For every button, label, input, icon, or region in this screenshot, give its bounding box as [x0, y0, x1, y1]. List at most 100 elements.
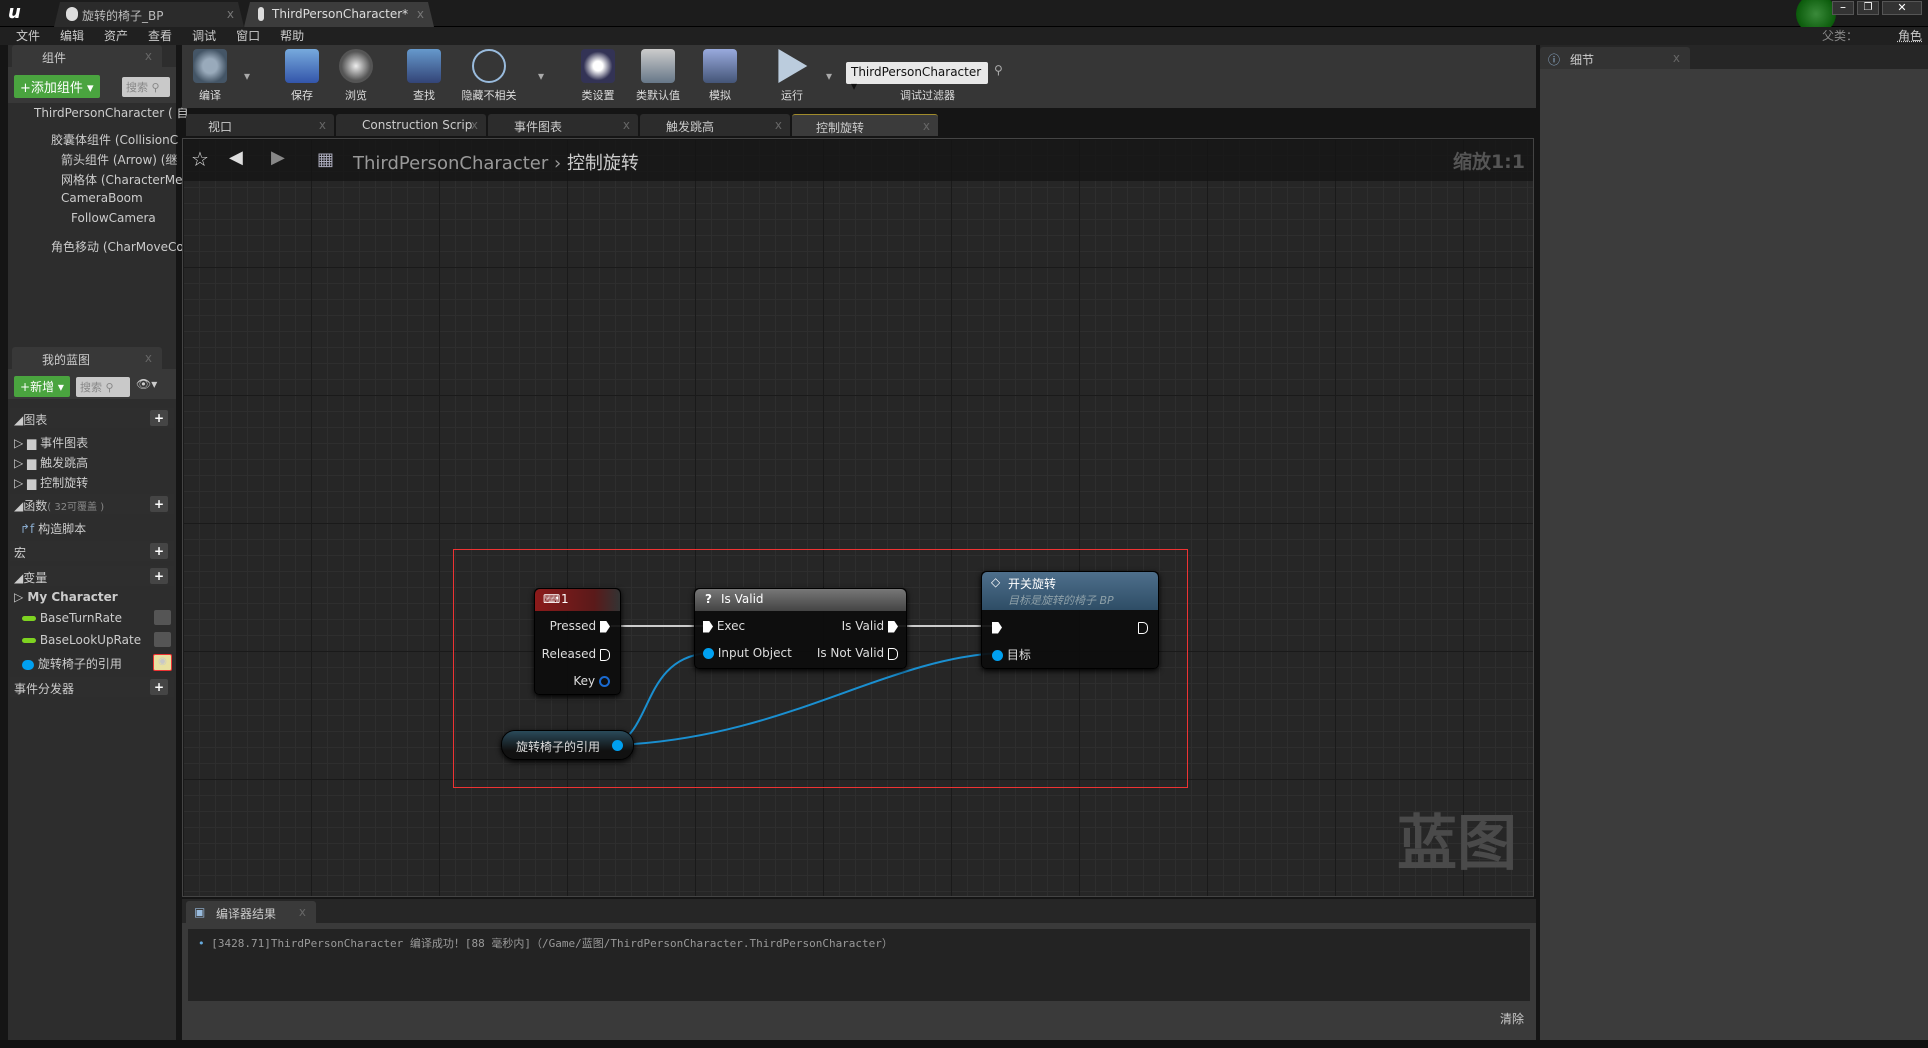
- close-icon[interactable]: x: [145, 351, 152, 365]
- components-tab[interactable]: 组件 x: [12, 45, 162, 67]
- close-icon[interactable]: x: [775, 118, 782, 132]
- is-not-valid-pin[interactable]: Is Not Valid: [817, 646, 898, 660]
- doc-tab-third-person[interactable]: ThirdPersonCharacter* x: [244, 2, 434, 27]
- add-dispatcher-button[interactable]: +: [150, 679, 168, 695]
- close-icon[interactable]: x: [471, 118, 478, 132]
- close-icon[interactable]: x: [1673, 51, 1680, 65]
- tree-item[interactable]: ThirdPersonCharacter ( 自: [34, 104, 189, 121]
- compile-options-dropdown[interactable]: ▾: [244, 69, 250, 83]
- components-search-input[interactable]: 搜索 ⚲: [122, 77, 170, 97]
- blueprint-graph[interactable]: ☆ ◀ ▶ ▦ ThirdPersonCharacter › 控制旋转 缩放1:…: [182, 138, 1534, 897]
- eye-icon[interactable]: 👁▾: [136, 377, 157, 391]
- key-pin[interactable]: Key: [573, 674, 610, 688]
- close-icon[interactable]: x: [923, 119, 930, 133]
- function-item[interactable]: ↱f 构造脚本: [20, 520, 86, 537]
- target-pin[interactable]: 目标: [992, 646, 1031, 663]
- info-icon: ⓘ: [1548, 53, 1561, 67]
- visibility-toggle[interactable]: [154, 610, 171, 625]
- tab-event-graph[interactable]: 事件图表 x: [488, 114, 638, 136]
- variable-node[interactable]: 旋转椅子的引用: [501, 730, 634, 760]
- close-icon[interactable]: x: [227, 7, 234, 21]
- is-valid-pin[interactable]: Is Valid: [842, 619, 898, 633]
- functions-section[interactable]: ◢函数( 32可覆盖 ) +: [10, 494, 174, 514]
- close-icon[interactable]: x: [623, 118, 630, 132]
- class-defaults-button[interactable]: 类默认值: [630, 49, 686, 103]
- tab-control-rotation[interactable]: 控制旋转 x: [792, 114, 938, 136]
- menu-edit[interactable]: 编辑: [60, 27, 84, 45]
- clear-button[interactable]: 清除: [1500, 1010, 1524, 1027]
- minimize-button[interactable]: –: [1832, 1, 1854, 15]
- add-component-button[interactable]: +添加组件 ▾: [14, 75, 100, 98]
- tree-item[interactable]: CameraBoom: [61, 191, 143, 205]
- play-button[interactable]: 运行: [764, 49, 820, 103]
- pressed-pin[interactable]: Pressed: [550, 619, 610, 633]
- graph-item[interactable]: ▷ ▆ 事件图表: [14, 434, 88, 451]
- menu-help[interactable]: 帮助: [280, 27, 304, 45]
- visibility-toggle[interactable]: [154, 632, 171, 647]
- graph-item[interactable]: ▷ ▆ 触发跳高: [14, 454, 88, 471]
- variables-section[interactable]: ◢变量 +: [10, 566, 174, 586]
- simulate-button[interactable]: 模拟: [692, 49, 748, 103]
- menu-debug[interactable]: 调试: [192, 27, 216, 45]
- tree-item[interactable]: 角色移动 (CharMoveCo: [51, 238, 184, 255]
- find-button[interactable]: 查找: [396, 49, 452, 103]
- add-function-button[interactable]: +: [150, 496, 168, 512]
- new-button[interactable]: +新增 ▾: [14, 376, 70, 397]
- hide-options-dropdown[interactable]: ▾: [538, 69, 544, 83]
- menu-view[interactable]: 查看: [148, 27, 172, 45]
- close-icon[interactable]: x: [319, 118, 326, 132]
- dispatchers-section[interactable]: 事件分发器 +: [10, 677, 174, 697]
- compiler-results-tab[interactable]: ▣ 编译器结果 x: [186, 901, 316, 923]
- unreal-logo: u: [8, 2, 21, 23]
- exec-out-pin[interactable]: [1138, 620, 1148, 634]
- add-macro-button[interactable]: +: [150, 543, 168, 559]
- save-button[interactable]: 保存: [274, 49, 330, 103]
- details-tab[interactable]: ⓘ 细节 x: [1540, 47, 1690, 69]
- blueprint-search-input[interactable]: 搜索 ⚲: [76, 377, 130, 397]
- close-icon[interactable]: x: [145, 49, 152, 63]
- browse-button[interactable]: 浏览: [328, 49, 384, 103]
- graphs-section[interactable]: ◢图表 +: [10, 408, 174, 428]
- tab-viewport[interactable]: 视口 x: [186, 114, 334, 136]
- close-window-button[interactable]: ✕: [1882, 1, 1922, 15]
- tab-jump[interactable]: 触发跳高 x: [640, 114, 790, 136]
- exec-in-pin[interactable]: [992, 620, 1002, 634]
- blueprint-icon: [66, 7, 78, 21]
- compile-button[interactable]: 编译: [182, 49, 238, 103]
- doc-tab-chair-bp[interactable]: 旋转的椅子_BP x: [54, 2, 244, 27]
- play-options-dropdown[interactable]: ▾: [826, 69, 832, 83]
- my-blueprint-tab[interactable]: 我的蓝图 x: [12, 347, 162, 369]
- key-event-node[interactable]: ⌨ 1 Pressed Released Key: [534, 588, 621, 695]
- graph-item[interactable]: ▷ ▆ 控制旋转: [14, 474, 88, 491]
- macros-section[interactable]: 宏 +: [10, 541, 174, 561]
- variable-item[interactable]: BaseLookUpRate: [22, 633, 141, 647]
- tree-item[interactable]: 箭头组件 (Arrow) (继: [61, 151, 177, 168]
- maximize-button[interactable]: ❐: [1857, 1, 1879, 15]
- parent-class-link[interactable]: 角色: [1898, 27, 1922, 45]
- add-variable-button[interactable]: +: [150, 568, 168, 584]
- tree-item[interactable]: FollowCamera: [71, 211, 156, 225]
- variable-item[interactable]: BaseTurnRate: [22, 611, 122, 625]
- tree-item[interactable]: 网格体 (CharacterMe: [61, 171, 182, 188]
- menu-window[interactable]: 窗口: [236, 27, 260, 45]
- tree-item[interactable]: 胶囊体组件 (CollisionC: [51, 131, 178, 148]
- add-graph-button[interactable]: +: [150, 410, 168, 426]
- hide-unrelated-button[interactable]: 隐藏不相关: [452, 49, 526, 103]
- tab-construction-script[interactable]: Construction Scrip x: [336, 114, 486, 136]
- input-object-pin[interactable]: Input Object: [703, 646, 792, 660]
- menu-file[interactable]: 文件: [16, 27, 40, 45]
- menu-asset[interactable]: 资产: [104, 27, 128, 45]
- is-valid-node[interactable]: ? Is Valid Exec Input Object Is Valid Is …: [694, 588, 907, 669]
- eye-icon[interactable]: ◉: [153, 654, 172, 671]
- variable-category[interactable]: ▷ My Character: [14, 590, 118, 604]
- toggle-rotation-node[interactable]: ◇ 开关旋转 目标是旋转的椅子 BP 目标: [981, 571, 1159, 669]
- debug-filter-select[interactable]: ThirdPersonCharacter ▾: [846, 62, 988, 93]
- exec-in-pin[interactable]: Exec: [703, 619, 745, 633]
- class-settings-button[interactable]: 类设置: [570, 49, 626, 103]
- search-icon[interactable]: ⚲: [994, 63, 1003, 77]
- output-pin[interactable]: [612, 740, 623, 751]
- released-pin[interactable]: Released: [542, 647, 610, 661]
- variable-item[interactable]: 旋转椅子的引用: [22, 655, 122, 672]
- close-icon[interactable]: x: [417, 7, 424, 21]
- close-icon[interactable]: x: [299, 905, 306, 919]
